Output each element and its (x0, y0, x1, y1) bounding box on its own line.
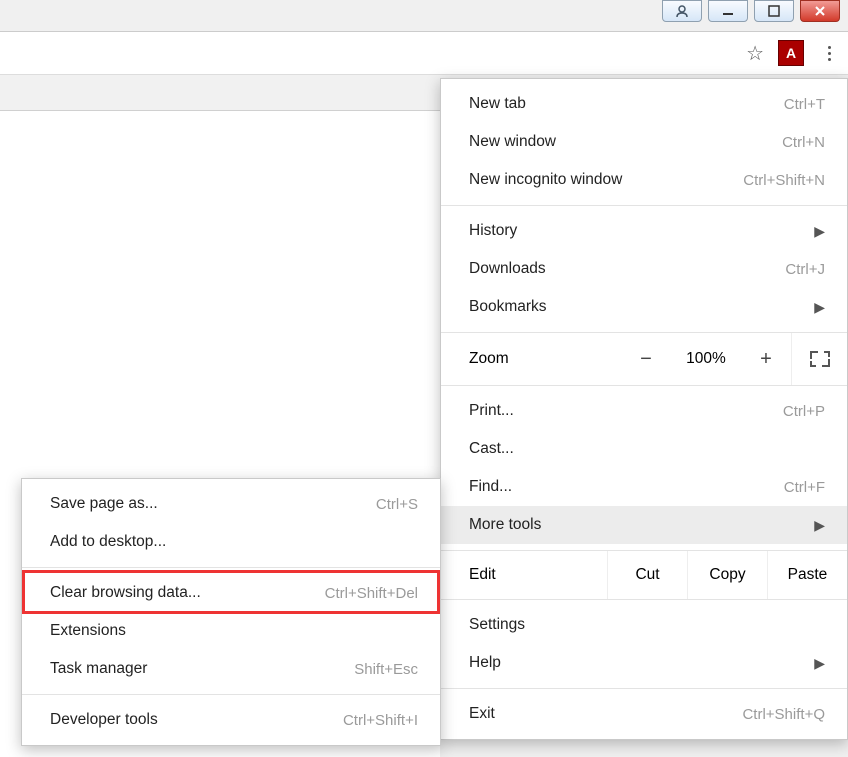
chevron-right-icon: ▶ (814, 299, 825, 316)
maximize-button[interactable] (754, 0, 794, 22)
more-menu-icon[interactable] (818, 40, 840, 67)
bookmark-star-icon[interactable]: ☆ (746, 41, 764, 66)
zoom-level: 100% (671, 350, 741, 368)
chevron-right-icon: ▶ (814, 517, 825, 534)
menu-cast[interactable]: Cast... (441, 430, 847, 468)
menu-bookmarks[interactable]: Bookmarks▶ (441, 288, 847, 326)
menu-settings[interactable]: Settings (441, 606, 847, 644)
menu-find[interactable]: Find...Ctrl+F (441, 468, 847, 506)
edit-copy-button[interactable]: Copy (687, 551, 767, 599)
menu-zoom: Zoom − 100% + (441, 333, 847, 385)
zoom-out-button[interactable]: − (621, 348, 671, 371)
menu-new-window[interactable]: New windowCtrl+N (441, 123, 847, 161)
window-controls (662, 0, 848, 28)
minimize-button[interactable] (708, 0, 748, 22)
adobe-extension-icon[interactable]: A (778, 40, 804, 66)
edit-paste-button[interactable]: Paste (767, 551, 847, 599)
close-button[interactable] (800, 0, 840, 22)
submenu-add-desktop[interactable]: Add to desktop... (22, 523, 440, 561)
zoom-in-button[interactable]: + (741, 348, 791, 371)
menu-more-tools[interactable]: More tools▶ (441, 506, 847, 544)
submenu-save-page[interactable]: Save page as...Ctrl+S (22, 485, 440, 523)
menu-new-incognito[interactable]: New incognito windowCtrl+Shift+N (441, 161, 847, 199)
menu-print[interactable]: Print...Ctrl+P (441, 392, 847, 430)
menu-new-tab[interactable]: New tabCtrl+T (441, 85, 847, 123)
user-button[interactable] (662, 0, 702, 22)
menu-exit[interactable]: ExitCtrl+Shift+Q (441, 695, 847, 733)
fullscreen-button[interactable] (791, 333, 847, 385)
tab-strip (0, 75, 440, 111)
menu-help[interactable]: Help▶ (441, 644, 847, 682)
submenu-extensions[interactable]: Extensions (22, 612, 440, 650)
chevron-right-icon: ▶ (814, 223, 825, 240)
chevron-right-icon: ▶ (814, 655, 825, 672)
edit-cut-button[interactable]: Cut (607, 551, 687, 599)
menu-edit-row: Edit Cut Copy Paste (441, 551, 847, 599)
browser-toolbar: ☆ A (0, 31, 848, 75)
more-tools-submenu: Save page as...Ctrl+S Add to desktop... … (21, 478, 441, 746)
submenu-developer-tools[interactable]: Developer toolsCtrl+Shift+I (22, 701, 440, 739)
menu-downloads[interactable]: DownloadsCtrl+J (441, 250, 847, 288)
menu-history[interactable]: History▶ (441, 212, 847, 250)
chrome-main-menu: New tabCtrl+T New windowCtrl+N New incog… (440, 78, 848, 740)
submenu-task-manager[interactable]: Task managerShift+Esc (22, 650, 440, 688)
submenu-clear-browsing-data[interactable]: Clear browsing data...Ctrl+Shift+Del (22, 574, 440, 612)
